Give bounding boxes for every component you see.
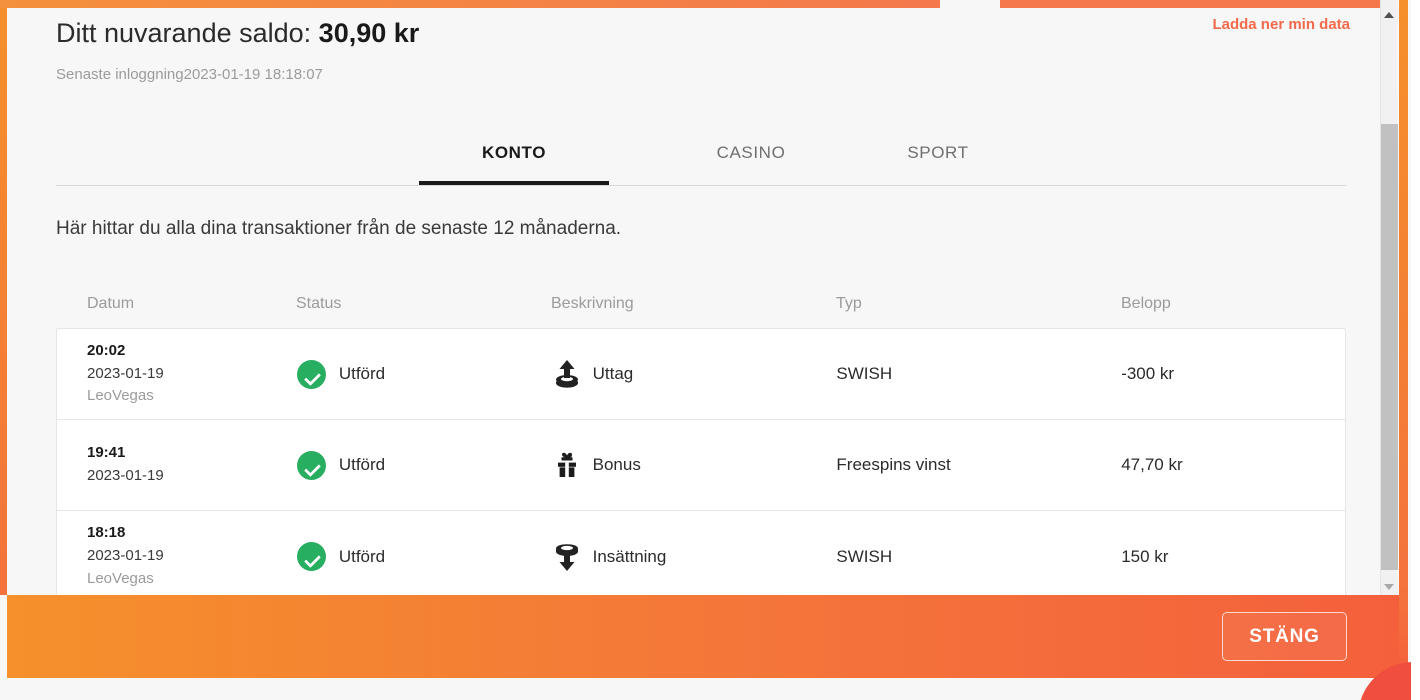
column-header-belopp: Belopp: [1121, 295, 1171, 312]
cell-status: Utförd: [296, 359, 552, 389]
column-header-datum: Datum: [87, 295, 135, 312]
modal-footer: STÄNG: [7, 595, 1399, 678]
column-header-typ: Typ: [836, 295, 862, 312]
tab-sport[interactable]: SPORT: [843, 128, 1033, 185]
description-label: Bonus: [592, 455, 641, 474]
description-label: Uttag: [592, 364, 634, 383]
last-login-label: Senaste inloggning: [56, 66, 184, 83]
cell-beskrivning: Insättning: [552, 541, 837, 573]
table-header-row: Datum Status Beskrivning Typ Belopp: [56, 280, 1346, 328]
intro-text: Här hittar du alla dina transaktioner fr…: [56, 218, 622, 239]
status-label: Utförd: [338, 546, 386, 566]
check-circle-icon: [296, 359, 326, 389]
cell-beskrivning: Uttag: [552, 358, 837, 390]
row-time: 20:02: [87, 341, 126, 359]
transactions-card: 20:02 2023-01-19 LeoVegas Utförd Uttag S…: [56, 328, 1346, 603]
table-row[interactable]: 18:18 2023-01-19 LeoVegas Utförd Insättn…: [57, 511, 1345, 602]
right-gutter: [1411, 0, 1420, 700]
download-my-data-link[interactable]: Ladda ner min data: [1212, 16, 1350, 33]
modal-top-bar-gap: [940, 0, 1000, 8]
scrollbar-thumb[interactable]: [1381, 124, 1398, 570]
cell-belopp: 47,70 kr: [1121, 455, 1183, 474]
tab-konto[interactable]: KONTO: [419, 128, 609, 185]
modal-left-edge: [0, 0, 7, 595]
modal-top-bar-left: [0, 0, 940, 8]
scroll-down-icon[interactable]: [1381, 578, 1398, 595]
row-date: 2023-01-19: [87, 364, 164, 382]
check-circle-icon: [296, 450, 326, 480]
row-brand: LeoVegas: [87, 569, 154, 587]
row-brand: LeoVegas: [87, 387, 154, 405]
cell-belopp: -300 kr: [1121, 364, 1175, 383]
status-label: Utförd: [338, 455, 386, 474]
row-date: 2023-01-19: [87, 467, 164, 484]
cell-typ: SWISH: [836, 364, 893, 383]
cell-datum: 19:41 2023-01-19: [57, 442, 297, 488]
close-button[interactable]: STÄNG: [1222, 612, 1347, 661]
transactions-table: Datum Status Beskrivning Typ Belopp 20:0…: [56, 280, 1346, 603]
row-time: 18:18: [87, 524, 126, 542]
cell-belopp: 150 kr: [1121, 546, 1169, 566]
balance-line: Ditt nuvarande saldo: 30,90 kr: [56, 18, 419, 49]
balance-label: Ditt nuvarande saldo:: [56, 18, 312, 48]
cell-status: Utförd: [296, 450, 552, 480]
column-header-status: Status: [296, 295, 342, 312]
withdrawal-icon: [552, 358, 582, 390]
row-time: 19:41: [87, 444, 126, 462]
cell-typ: Freespins vinst: [836, 455, 951, 474]
transactions-modal: Ladda ner min data Ditt nuvarande saldo:…: [0, 0, 1408, 700]
balance-amount: 30,90 kr: [318, 18, 420, 48]
gift-icon: [552, 449, 582, 481]
modal-top-bar-right: [1000, 0, 1390, 8]
vertical-scrollbar[interactable]: [1380, 0, 1398, 595]
cell-datum: 18:18 2023-01-19 LeoVegas: [57, 522, 297, 590]
last-login-value: 2023-01-19 18:18:07: [183, 66, 323, 83]
cell-beskrivning: Bonus: [552, 449, 837, 481]
deposit-icon: [552, 541, 582, 573]
scroll-up-icon[interactable]: [1381, 6, 1398, 23]
table-row[interactable]: 20:02 2023-01-19 LeoVegas Utförd Uttag S…: [57, 329, 1345, 420]
modal-right-edge: [1399, 0, 1408, 595]
check-circle-icon: [296, 542, 326, 571]
tab-bar: KONTO CASINO SPORT: [56, 128, 1346, 186]
tab-casino[interactable]: CASINO: [656, 128, 846, 185]
column-header-beskrivning: Beskrivning: [551, 295, 634, 312]
cell-status: Utförd: [296, 542, 552, 571]
last-login-line: Senaste inloggning2023-01-19 18:18:07: [56, 66, 323, 83]
status-label: Utförd: [338, 364, 386, 383]
description-label: Insättning: [592, 546, 667, 566]
modal-scroll-area: Ladda ner min data Ditt nuvarande saldo:…: [7, 8, 1390, 603]
table-row[interactable]: 19:41 2023-01-19 Utförd Bonus Freespins …: [57, 420, 1345, 511]
cell-typ: SWISH: [836, 546, 893, 566]
row-date: 2023-01-19: [87, 547, 164, 565]
cell-datum: 20:02 2023-01-19 LeoVegas: [57, 340, 297, 408]
